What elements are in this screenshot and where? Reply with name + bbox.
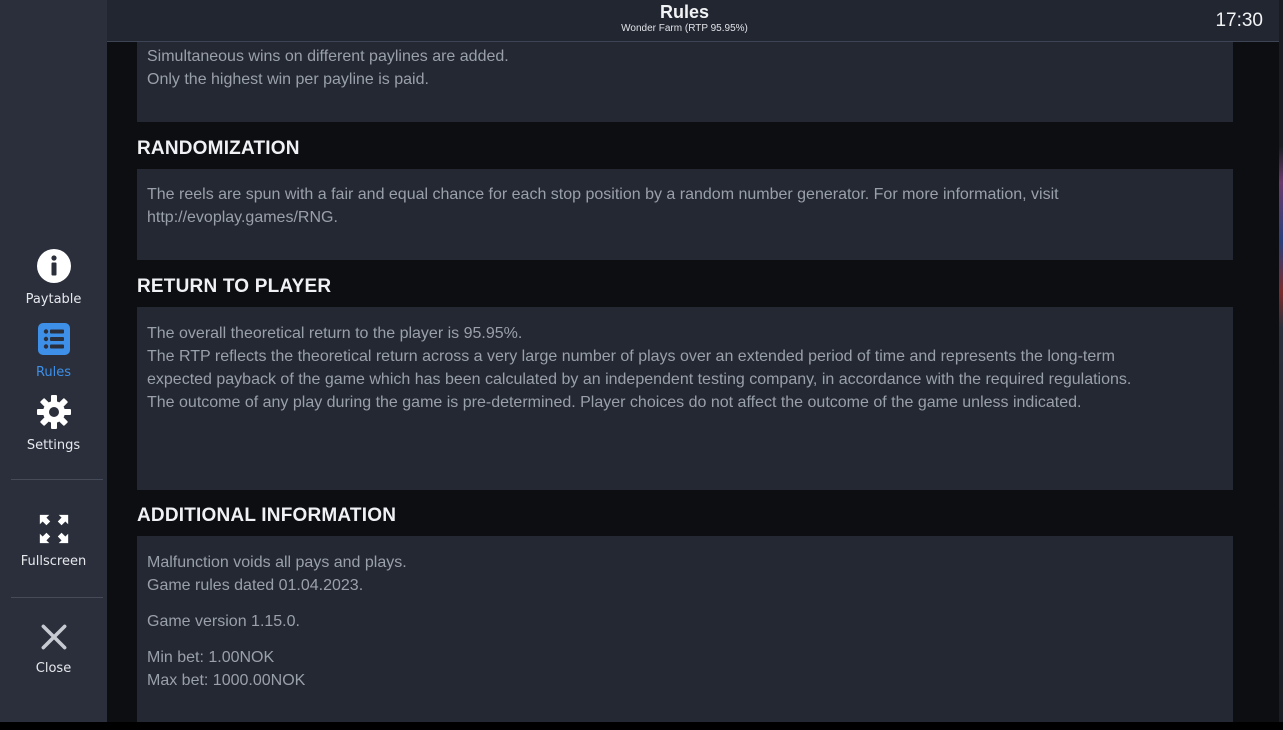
sidebar-item-label: Fullscreen — [20, 554, 87, 569]
paragraph: The reels are spun with a fair and equal… — [147, 186, 1059, 226]
page-title: Rules — [659, 2, 710, 22]
sidebar-item-settings[interactable]: Settings — [0, 394, 107, 453]
sidebar-item-paytable[interactable]: Paytable — [0, 248, 107, 307]
paragraph: Only the highest win per payline is paid… — [147, 71, 429, 88]
sidebar-item-close[interactable]: Close — [0, 621, 107, 676]
sidebar-divider — [11, 597, 103, 598]
close-icon — [41, 624, 66, 650]
paragraph: Game rules dated 01.04.2023. — [147, 577, 364, 594]
info-icon — [36, 249, 71, 283]
additional-text: Malfunction voids all pays and plays. Ga… — [147, 551, 1167, 692]
fullscreen-icon — [39, 514, 68, 544]
sidebar: Paytable Rules Settings Fullscreen Close — [0, 0, 107, 722]
paragraph: Game version 1.15.0. — [147, 613, 300, 630]
bottom-edge — [0, 722, 1283, 730]
paragraph: Simultaneous wins on different paylines … — [147, 48, 509, 65]
paragraph: The RTP reflects the theoretical return … — [147, 348, 1132, 388]
sidebar-item-label: Rules — [35, 365, 72, 380]
game-subtitle: Wonder Farm (RTP 95.95%) — [621, 23, 748, 34]
paragraph: Min bet: 1.00NOK — [147, 649, 275, 666]
sidebar-item-rules[interactable]: Rules — [0, 321, 107, 380]
gear-icon — [36, 395, 71, 429]
sidebar-item-label: Settings — [26, 438, 81, 453]
paragraph: The overall theoretical return to the pl… — [147, 325, 523, 342]
section-heading-randomization: RANDOMIZATION — [137, 138, 300, 159]
sidebar-divider — [11, 479, 103, 480]
paragraph: The outcome of any play during the game … — [147, 394, 1082, 411]
header-bar: Rules Wonder Farm (RTP 95.95%) 17:30 — [107, 0, 1279, 42]
paragraph: Max bet: 1000.00NOK — [147, 672, 306, 689]
clock: 17:30 — [1215, 10, 1263, 31]
section-heading-additional: ADDITIONAL INFORMATION — [137, 505, 397, 526]
rtp-text: The overall theoretical return to the pl… — [147, 322, 1167, 414]
randomization-text: The reels are spun with a fair and equal… — [147, 183, 1167, 229]
section-heading-rtp: RETURN TO PLAYER — [137, 276, 332, 297]
paylines-text: Simultaneous wins on different paylines … — [147, 45, 1167, 91]
rules-content[interactable]: Simultaneous wins on different paylines … — [107, 42, 1279, 722]
sidebar-item-label: Paytable — [25, 292, 82, 307]
background-edge — [1279, 0, 1283, 730]
paragraph: Malfunction voids all pays and plays. — [147, 554, 407, 571]
list-icon — [37, 323, 70, 355]
sidebar-item-fullscreen[interactable]: Fullscreen — [0, 512, 107, 569]
sidebar-item-label: Close — [35, 661, 72, 676]
